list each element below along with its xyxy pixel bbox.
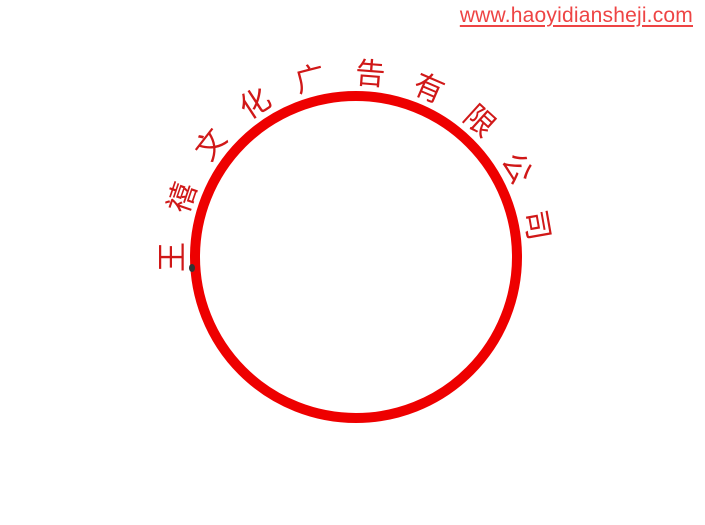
seal-arc-text: 王禧文化广告有限公司 xyxy=(156,56,557,272)
seal-arc-char: 王 xyxy=(156,242,191,272)
cursor-marker-icon xyxy=(189,264,195,272)
editor-canvas[interactable]: 王禧文化广告有限公司 xyxy=(0,0,705,521)
seal-arc-char: 广 xyxy=(292,59,330,100)
watermark-link[interactable]: www.haoyidiansheji.com xyxy=(460,4,693,28)
seal-ring xyxy=(190,91,522,423)
seal-arc-char: 司 xyxy=(516,207,556,243)
seal-drawing: 王禧文化广告有限公司 xyxy=(156,56,557,423)
seal-arc-char: 告 xyxy=(354,56,387,93)
